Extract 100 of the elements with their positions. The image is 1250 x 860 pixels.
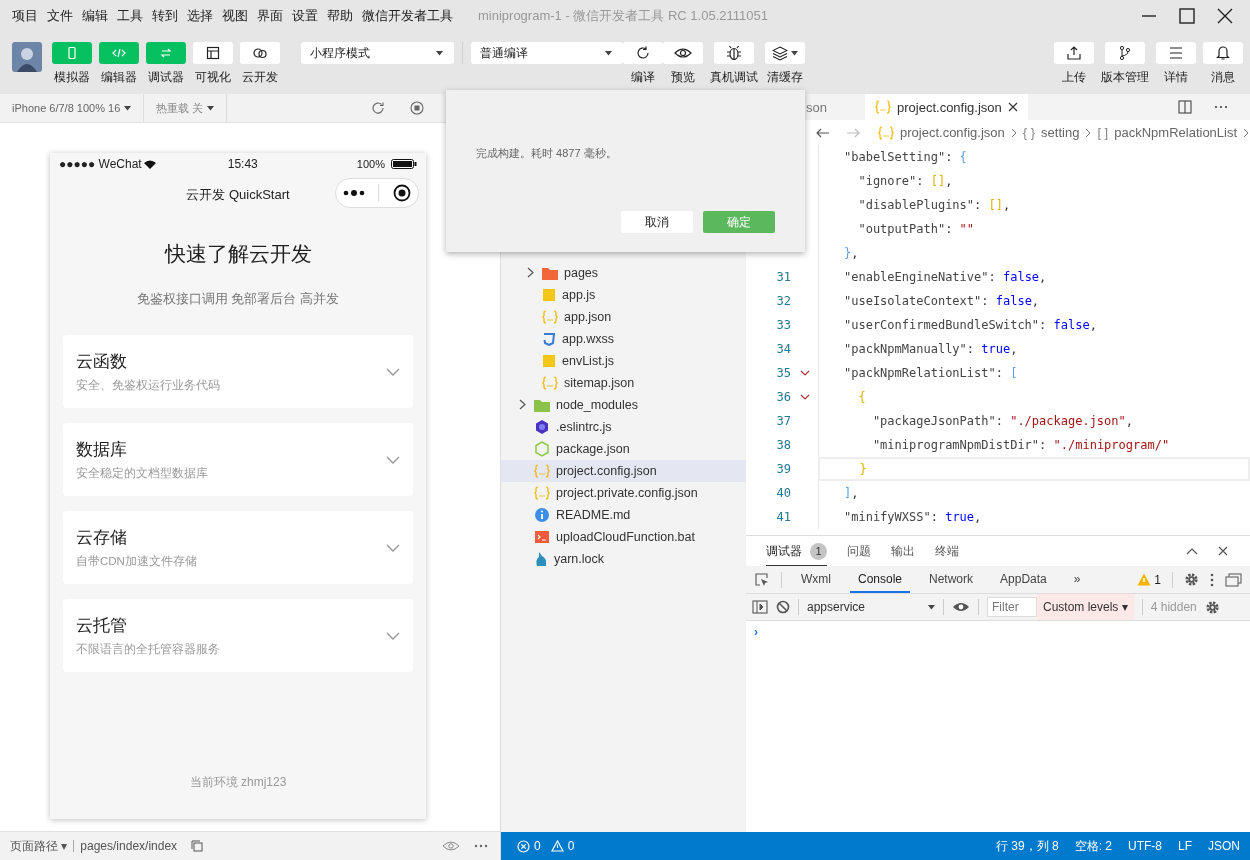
context-selector[interactable]: appservice xyxy=(807,600,935,614)
feature-card[interactable]: 云托管 不限语言的全托管容器服务 xyxy=(63,599,413,672)
chevron-right-icon xyxy=(1085,127,1092,138)
devtools-tab[interactable]: » xyxy=(1065,566,1089,593)
menu-item[interactable]: 设置 xyxy=(292,7,318,25)
menu-item[interactable]: 工具 xyxy=(117,7,143,25)
code-line: "outputPath": "" xyxy=(857,222,975,236)
menu-item[interactable]: 文件 xyxy=(47,7,73,25)
feature-card[interactable]: 数据库 安全稳定的文档型数据库 xyxy=(63,423,413,496)
menu-item[interactable]: 微信开发者工具 xyxy=(362,7,453,25)
clear-icon[interactable] xyxy=(776,600,790,614)
refresh-icon xyxy=(635,45,651,61)
warning-icon[interactable] xyxy=(550,840,564,852)
fold-chevron-icon[interactable] xyxy=(799,370,810,376)
file-tree-item[interactable]: envList.js xyxy=(501,350,746,372)
file-tree-item[interactable]: .eslintrc.js xyxy=(501,416,746,438)
capsule-button[interactable] xyxy=(335,178,419,208)
file-tree-item[interactable]: node_modules xyxy=(501,394,746,416)
menu-item[interactable]: 转到 xyxy=(152,7,178,25)
chevron-down-icon xyxy=(386,631,400,640)
panel-tab[interactable]: 问题 xyxy=(847,536,871,566)
editor-tab[interactable]: project.config.json xyxy=(865,94,1028,120)
file-tree-item[interactable]: pages xyxy=(501,262,746,284)
more-icon xyxy=(342,190,365,196)
menu-item[interactable]: 帮助 xyxy=(327,7,353,25)
close-icon[interactable] xyxy=(1218,546,1228,556)
feature-card[interactable]: 云存储 自带CDN加速文件存储 xyxy=(63,511,413,584)
devtools-tab[interactable]: AppData xyxy=(992,566,1055,593)
panel-tab[interactable]: 终端 xyxy=(935,536,959,566)
status-item[interactable]: UTF-8 xyxy=(1127,839,1162,853)
card-title: 云存储 xyxy=(76,527,128,549)
file-tree-item[interactable]: README.md xyxy=(501,504,746,526)
braces-icon xyxy=(534,464,550,478)
breadcrumb-item[interactable]: packNpmRelationList xyxy=(1114,125,1238,140)
file-tree-item[interactable]: app.js xyxy=(501,284,746,306)
split-editor-icon[interactable] xyxy=(1178,100,1192,114)
panel-tab[interactable]: 调试器 1 xyxy=(766,536,827,566)
rotate-icon[interactable] xyxy=(371,101,386,115)
toolbar-button[interactable] xyxy=(663,42,703,64)
file-tree-item[interactable]: app.wxss xyxy=(501,328,746,350)
breadcrumb-item[interactable]: project.config.json xyxy=(900,125,1005,140)
file-tree-item[interactable]: project.private.config.json xyxy=(501,482,746,504)
fold-chevron-icon[interactable] xyxy=(799,394,810,400)
toolbar-button[interactable] xyxy=(765,42,805,64)
status-item[interactable]: 空格: 2 xyxy=(1074,837,1112,855)
toolbar-button[interactable] xyxy=(1105,42,1145,64)
back-arrow-icon[interactable] xyxy=(816,127,830,138)
file-tree-item[interactable]: yarn.lock xyxy=(501,548,746,570)
kebab-menu-icon[interactable] xyxy=(1210,572,1214,587)
status-item[interactable]: JSON xyxy=(1208,839,1240,853)
status-item[interactable]: 行 39，列 8 xyxy=(995,837,1059,855)
devtools-tab[interactable]: Console xyxy=(850,566,911,593)
menu-item[interactable]: 编辑 xyxy=(82,7,108,25)
caret-icon xyxy=(605,50,612,56)
status-item[interactable]: LF xyxy=(1177,839,1192,853)
breadcrumb-item[interactable]: setting xyxy=(1041,125,1080,140)
code-icon xyxy=(111,46,127,60)
code-line: "userConfirmedBundleSwitch": false, xyxy=(844,318,1097,332)
compile-dropdown[interactable]: 普通编译 xyxy=(471,42,623,64)
maximize-icon[interactable] xyxy=(1179,8,1195,24)
filter-field[interactable]: Filter xyxy=(987,597,1037,617)
settings-icon[interactable] xyxy=(1204,599,1220,615)
eye-icon[interactable] xyxy=(952,601,970,613)
file-tree-item[interactable]: package.json xyxy=(501,438,746,460)
settings-icon[interactable] xyxy=(1184,572,1199,587)
page-path-selector[interactable]: 页面路径 ▾ xyxy=(10,837,68,855)
device-selector[interactable]: iPhone 6/7/8 100% 16 xyxy=(0,94,145,122)
file-tree-item[interactable]: project.config.json xyxy=(501,460,746,482)
menu-item[interactable]: 选择 xyxy=(187,7,213,25)
undock-icon[interactable] xyxy=(1225,572,1242,587)
panel-tab[interactable]: 输出 xyxy=(891,536,915,566)
file-tree-item[interactable]: app.json xyxy=(501,306,746,328)
mode-dropdown[interactable]: 小程序模式 xyxy=(301,42,454,64)
menu-item[interactable]: 界面 xyxy=(257,7,283,25)
avatar[interactable] xyxy=(12,42,42,72)
sidebar-icon[interactable] xyxy=(752,600,768,614)
toolbar-button[interactable] xyxy=(193,42,233,64)
menu-item[interactable]: 视图 xyxy=(222,7,248,25)
toolbar-button[interactable] xyxy=(1203,42,1243,64)
menu-item[interactable]: 项目 xyxy=(12,7,38,25)
inspect-icon[interactable] xyxy=(754,571,770,588)
file-tree-item[interactable]: sitemap.json xyxy=(501,372,746,394)
file-tree-item[interactable]: uploadCloudFunction.bat xyxy=(501,526,746,548)
close-icon[interactable] xyxy=(1217,8,1233,24)
dialog-button[interactable]: 取消 xyxy=(621,211,693,233)
toolbar-button[interactable] xyxy=(240,42,280,64)
console-prompt[interactable]: › xyxy=(754,625,758,639)
feature-card[interactable]: 云函数 安全、免鉴权运行业务代码 xyxy=(63,335,413,408)
card-description: 安全稳定的文档型数据库 xyxy=(76,466,208,481)
devtools-tab[interactable]: Network xyxy=(921,566,982,593)
more-icon[interactable] xyxy=(1214,105,1228,109)
copy-icon[interactable] xyxy=(191,840,204,852)
devtools-tab[interactable]: Wxml xyxy=(793,566,839,593)
more-icon[interactable] xyxy=(474,844,488,848)
toolbar-button[interactable] xyxy=(714,42,754,64)
stop-icon[interactable] xyxy=(410,101,425,115)
collapse-icon[interactable] xyxy=(1186,547,1198,555)
error-icon[interactable] xyxy=(517,839,530,853)
log-levels-dropdown[interactable]: Custom levels ▾ xyxy=(1037,594,1134,620)
close-icon[interactable] xyxy=(1007,102,1018,112)
